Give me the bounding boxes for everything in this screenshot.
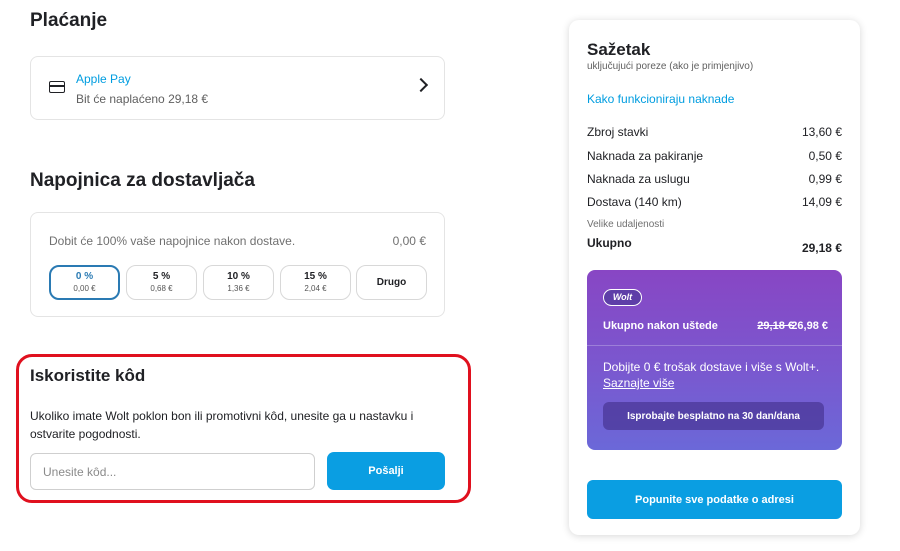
summary-row-label: Naknada za uslugu: [587, 172, 690, 186]
tip-option-percent: 5 %: [152, 271, 171, 282]
payment-method-card[interactable]: Apple Pay Bit će naplaćeno 29,18 €: [30, 56, 445, 120]
wolt-plus-promo: Wolt Ukupno nakon uštede 29,18 € 26,98 €…: [587, 270, 842, 450]
promo-divider: [587, 345, 842, 346]
submit-code-button[interactable]: Pošalji: [327, 452, 445, 490]
tip-card: Dobit će 100% vaše napojnice nakon dosta…: [30, 212, 445, 317]
wolt-plus-logo: Wolt: [603, 289, 642, 306]
summary-row-label: Zbroj stavki: [587, 125, 649, 139]
summary-row-label: Dostava (140 km): [587, 195, 682, 209]
tip-option-percent: 15 %: [304, 271, 327, 282]
order-summary: Sažetak uključujući poreze (ako je primj…: [569, 20, 860, 535]
summary-row: Dostava (140 km) 14,09 €: [587, 195, 842, 209]
summary-subtitle: uključujući poreze (ako je primjenjivo): [587, 61, 754, 72]
fees-info-link[interactable]: Kako funkcioniraju naknade: [587, 92, 734, 106]
tip-amount: 0,00 €: [392, 234, 426, 248]
summary-title: Sažetak: [587, 40, 651, 59]
tip-option-5[interactable]: 5 % 0,68 €: [126, 265, 197, 300]
tip-option-10[interactable]: 10 % 1,36 €: [203, 265, 274, 300]
tip-option-15[interactable]: 15 % 2,04 €: [280, 265, 351, 300]
free-trial-button[interactable]: Isprobajte besplatno na 30 dan/dana: [603, 402, 824, 430]
summary-total-row: Ukupno 29,18 €: [587, 236, 842, 255]
tip-option-0[interactable]: 0 % 0,00 €: [49, 265, 120, 300]
tip-info: Dobit će 100% vaše napojnice nakon dosta…: [49, 234, 296, 248]
savings-label: Ukupno nakon uštede: [603, 320, 718, 332]
distance-note: Velike udaljenosti: [587, 219, 665, 230]
summary-row: Zbroj stavki 13,60 €: [587, 125, 842, 139]
payment-method-name: Apple Pay: [76, 72, 131, 86]
credit-card-icon: [49, 81, 65, 93]
payment-heading: Plaćanje: [30, 10, 108, 31]
tip-option-other[interactable]: Drugo: [356, 265, 427, 300]
tip-option-other-label: Drugo: [376, 277, 407, 288]
wolt-plus-text: Dobijte 0 € trošak dostave i više s Wolt…: [603, 360, 820, 374]
chevron-right-icon: [413, 77, 429, 93]
tip-option-percent: 10 %: [227, 271, 250, 282]
summary-row-value: 14,09 €: [801, 195, 842, 209]
summary-row-value: 13,60 €: [801, 125, 842, 139]
tip-option-amount: 1,36 €: [227, 284, 250, 293]
code-description: Ukoliko imate Wolt poklon bon ili promot…: [30, 409, 414, 441]
tip-option-amount: 2,04 €: [304, 284, 327, 293]
tip-option-percent: 0 %: [75, 271, 94, 282]
summary-total-value: 29,18 €: [801, 241, 842, 255]
promo-code-input[interactable]: [30, 453, 315, 490]
learn-more-link[interactable]: Saznajte više: [603, 376, 674, 390]
old-price: 29,18 €: [757, 320, 794, 332]
complete-address-button[interactable]: Popunite sve podatke o adresi: [587, 480, 842, 519]
tip-heading: Napojnica za dostavljača: [30, 170, 255, 191]
summary-row-value: 0,50 €: [808, 149, 842, 163]
summary-total-label: Ukupno: [587, 236, 632, 250]
summary-row-value: 0,99 €: [808, 172, 842, 186]
summary-row: Naknada za pakiranje 0,50 €: [587, 149, 842, 163]
payment-charge-note: Bit će naplaćeno 29,18 €: [76, 92, 209, 106]
tip-option-amount: 0,68 €: [150, 284, 173, 293]
summary-row-label: Naknada za pakiranje: [587, 149, 704, 163]
code-heading: Iskoristite kôd: [30, 366, 146, 385]
new-price: 26,98 €: [791, 320, 828, 332]
tip-option-amount: 0,00 €: [73, 284, 96, 293]
summary-row: Naknada za uslugu 0,99 €: [587, 172, 842, 186]
